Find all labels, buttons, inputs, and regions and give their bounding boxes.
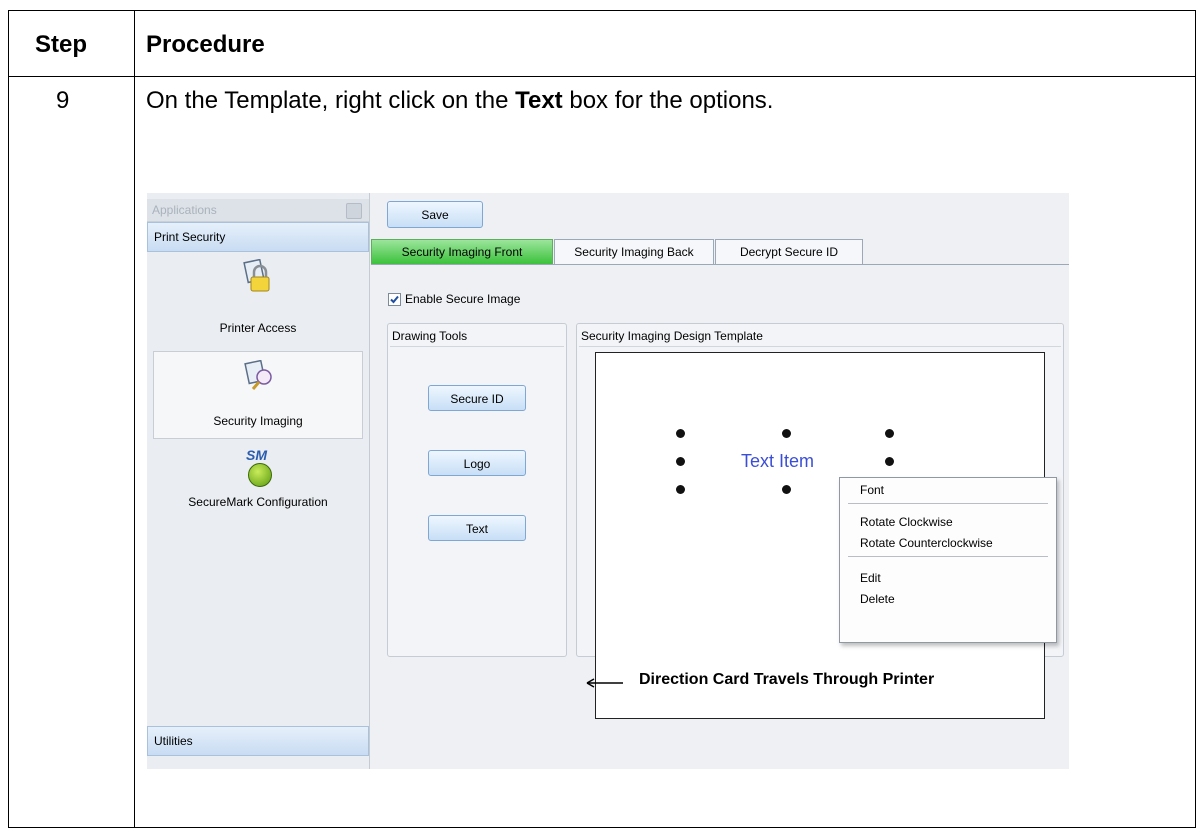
instruction-text: On the Template, right click on the Text…	[146, 87, 773, 115]
sidebar-item-label: Printer Access	[219, 321, 297, 335]
resize-handle[interactable]	[782, 485, 791, 494]
text-button[interactable]: Text	[428, 515, 526, 541]
header-divider	[9, 76, 1195, 77]
resize-handle[interactable]	[885, 429, 894, 438]
context-menu: Font Rotate Clockwise Rotate Countercloc…	[839, 477, 1057, 643]
context-menu-rotate-counterclockwise[interactable]: Rotate Counterclockwise	[860, 536, 993, 550]
tab-decrypt-secure-id[interactable]: Decrypt Secure ID	[715, 239, 863, 264]
sidebar-item-label: Security Imaging	[213, 414, 303, 428]
header-step: Step	[35, 31, 88, 58]
resize-handle[interactable]	[676, 429, 685, 438]
sidebar-section-print-security[interactable]: Print Security	[147, 222, 369, 252]
context-menu-separator	[848, 556, 1048, 557]
app-screenshot: Applications Print Security Printer Acce…	[147, 193, 1069, 769]
context-menu-edit[interactable]: Edit	[860, 571, 881, 585]
drawing-tools-panel: Drawing Tools Secure ID Logo Text	[387, 323, 567, 657]
left-arrow-icon	[586, 678, 623, 688]
panel-divider	[579, 346, 1061, 347]
column-divider	[134, 11, 135, 827]
enable-secure-image-label: Enable Secure Image	[405, 292, 521, 306]
checkmark-icon	[390, 295, 399, 304]
resize-handle[interactable]	[782, 429, 791, 438]
sidebar-item-printer-access[interactable]: Printer Access	[153, 255, 363, 347]
sidebar-item-security-imaging[interactable]: Security Imaging	[153, 351, 363, 439]
instruction-pre: On the Template, right click on the	[146, 87, 516, 114]
sidebar-item-label: SecureMark Configuration	[188, 495, 328, 509]
resize-handle[interactable]	[676, 485, 685, 494]
resize-handle[interactable]	[885, 457, 894, 466]
security-imaging-icon	[244, 360, 272, 390]
context-menu-separator	[848, 503, 1048, 504]
direction-label: Direction Card Travels Through Printer	[639, 671, 935, 688]
text-item[interactable]: Text Item	[741, 451, 814, 472]
secure-id-button[interactable]: Secure ID	[428, 385, 526, 411]
header-procedure: Procedure	[146, 31, 265, 58]
instruction-post: box for the options.	[562, 87, 774, 114]
context-menu-rotate-clockwise[interactable]: Rotate Clockwise	[860, 515, 953, 529]
tab-security-imaging-back[interactable]: Security Imaging Back	[554, 239, 714, 264]
step-number: 9	[56, 87, 70, 114]
sidebar-item-securemark-configuration[interactable]: SM SecureMark Configuration	[153, 443, 363, 515]
securemark-icon: SM	[245, 447, 275, 487]
sidebar-section-utilities[interactable]: Utilities	[147, 726, 369, 756]
drawing-tools-title: Drawing Tools	[392, 329, 468, 343]
panel-divider	[390, 346, 564, 347]
sidebar-header-label: Applications	[152, 203, 217, 217]
context-menu-delete[interactable]: Delete	[860, 592, 895, 606]
save-button[interactable]: Save	[387, 201, 483, 228]
securemark-icon-text: SM	[246, 447, 267, 463]
pin-icon[interactable]	[346, 203, 362, 219]
instruction-bold: Text	[515, 87, 563, 114]
tab-security-imaging-front[interactable]: Security Imaging Front	[371, 239, 553, 264]
sidebar-section-label: Utilities	[154, 734, 193, 748]
logo-button[interactable]: Logo	[428, 450, 526, 476]
sidebar-section-label: Print Security	[154, 230, 226, 244]
design-template-title: Security Imaging Design Template	[581, 329, 763, 343]
sidebar-header: Applications	[147, 199, 369, 222]
printer-lock-icon	[243, 259, 270, 292]
context-menu-font[interactable]: Font	[860, 483, 884, 497]
sidebar: Applications Print Security Printer Acce…	[147, 193, 370, 769]
tab-underline	[371, 264, 1069, 265]
enable-secure-image-checkbox[interactable]	[388, 293, 401, 306]
resize-handle[interactable]	[676, 457, 685, 466]
